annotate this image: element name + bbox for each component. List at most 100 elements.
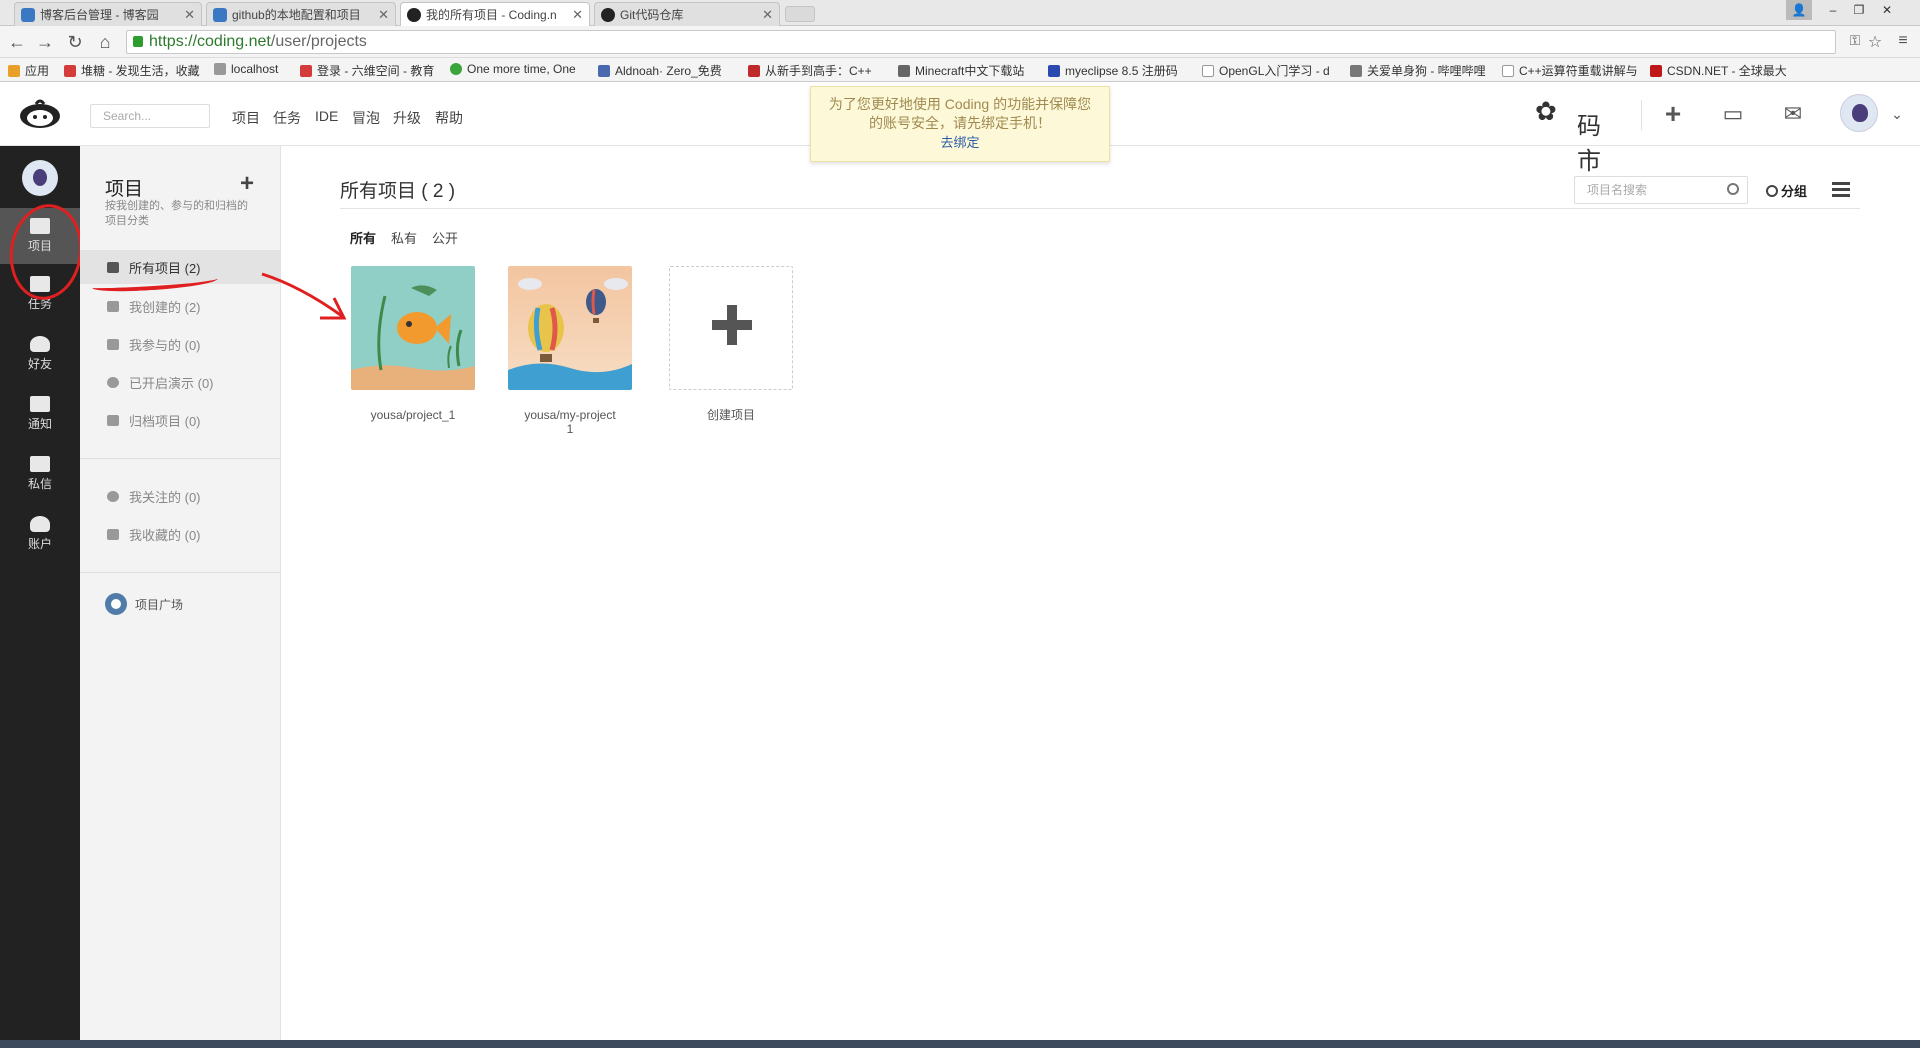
close-icon[interactable]: ✕: [378, 7, 389, 23]
coding-logo-icon[interactable]: [18, 98, 62, 130]
bookmarks-bar: 应用 堆糖 - 发现生活，收藏 localhost 登录 - 六维空间 - 教育…: [0, 58, 1920, 82]
bookmark[interactable]: 从新手到高手：C++: [748, 62, 872, 79]
rail-item-label: 账户: [27, 537, 52, 551]
rail-item-account[interactable]: 账户: [0, 506, 80, 562]
bookmark[interactable]: CSDN.NET - 全球最大: [1650, 62, 1787, 79]
project-name[interactable]: yousa/project_1: [351, 408, 475, 422]
blog-favicon-icon: [213, 7, 227, 22]
nav-bubble[interactable]: 冒泡: [352, 108, 380, 128]
archive-icon: [107, 414, 119, 426]
browser-tab[interactable]: Git代码仓库 ✕: [594, 2, 780, 26]
bookmark[interactable]: localhost: [214, 62, 278, 76]
close-window-button[interactable]: ✕: [1874, 0, 1900, 20]
title-divider: [340, 208, 1860, 209]
list-view-icon[interactable]: [1832, 182, 1850, 198]
sidebar-item-demo[interactable]: 已开启演示 (0): [80, 365, 280, 399]
folder-icon: [107, 261, 119, 273]
bookmark-favicon-icon: [748, 64, 760, 77]
close-icon[interactable]: ✕: [184, 7, 195, 23]
create-project-label[interactable]: 创建项目: [669, 408, 793, 422]
add-project-icon[interactable]: +: [240, 170, 254, 198]
back-arrow-icon[interactable]: ←: [6, 32, 28, 53]
inbox-icon[interactable]: ▭: [1718, 102, 1748, 126]
sidebar-item-joined[interactable]: 我参与的 (0): [80, 327, 280, 361]
bookmark[interactable]: OpenGL入门学习 - d: [1202, 62, 1330, 79]
bookmark-label: localhost: [231, 62, 279, 76]
bookmark-apps[interactable]: 应用: [8, 62, 49, 79]
close-icon[interactable]: ✕: [572, 7, 583, 23]
dashboard-icon: [30, 516, 50, 532]
nav-help[interactable]: 帮助: [435, 108, 463, 128]
plus-icon: [712, 320, 752, 330]
browser-tab[interactable]: github的本地配置和项目 ✕: [206, 2, 396, 26]
bookmark[interactable]: One more time, One: [450, 62, 576, 76]
rail-item-messages[interactable]: 私信: [0, 446, 80, 502]
project-card-thumbnail[interactable]: [508, 266, 632, 390]
menu-icon[interactable]: ≡: [1892, 32, 1914, 50]
red-arrow-annotation: [261, 272, 347, 320]
browser-tab-active[interactable]: 我的所有项目 - Coding.n ✕: [400, 2, 590, 26]
filter-private[interactable]: 私有: [391, 228, 417, 247]
filter-public[interactable]: 公开: [432, 228, 458, 247]
mail-icon[interactable]: ✉: [1778, 102, 1808, 126]
sidebar-item-label: 我参与的 (0): [129, 337, 201, 353]
user-avatar[interactable]: [1840, 94, 1878, 132]
nav-ide[interactable]: IDE: [315, 108, 338, 124]
nav-upgrade[interactable]: 升级: [393, 108, 421, 128]
bookmark[interactable]: 登录 - 六维空间 - 教育: [300, 62, 434, 79]
nav-tasks[interactable]: 任务: [273, 108, 301, 128]
bookmark[interactable]: Minecraft中文下载站: [898, 62, 1024, 79]
new-tab-button[interactable]: [785, 6, 815, 22]
sidebar-title: 项目: [105, 179, 144, 200]
plus-icon[interactable]: +: [1658, 100, 1688, 128]
bookmark-label: C++运算符重载讲解与: [1519, 64, 1638, 78]
bookmark-favicon-icon: [598, 64, 610, 77]
bookmark-favicon-icon: [300, 64, 312, 77]
rail-avatar[interactable]: [22, 160, 58, 196]
bookmark[interactable]: myeclipse 8.5 注册码: [1048, 62, 1178, 79]
sidebar-item-starred[interactable]: 我收藏的 (0): [80, 517, 280, 551]
chevron-down-icon[interactable]: ⌄: [1882, 102, 1912, 126]
restore-button[interactable]: ❐: [1846, 0, 1872, 20]
bookmark[interactable]: C++运算符重载讲解与: [1502, 62, 1638, 79]
eye-icon: [107, 490, 119, 502]
browser-tab[interactable]: 博客后台管理 - 博客园 ✕: [14, 2, 202, 26]
rail-item-friends[interactable]: 好友: [0, 326, 80, 382]
bookmark[interactable]: 堆糖 - 发现生活，收藏: [64, 62, 200, 79]
nav-projects[interactable]: 项目: [232, 108, 260, 128]
notice-text: 的账号安全，请先绑定手机！: [869, 115, 1051, 131]
group-toggle[interactable]: 分组: [1758, 180, 1824, 204]
sidebar-item-created[interactable]: 我创建的 (2): [80, 289, 280, 323]
close-icon[interactable]: ✕: [762, 7, 773, 23]
url-field[interactable]: https://coding.net/user/projects: [126, 30, 1836, 54]
minimize-button[interactable]: –: [1820, 0, 1846, 20]
bookmark[interactable]: 关爱单身狗 - 哔哩哔哩: [1350, 62, 1486, 79]
rail-item-notifications[interactable]: 通知: [0, 386, 80, 442]
rail-item-label: 私信: [27, 477, 52, 491]
sidebar-item-archived[interactable]: 归档项目 (0): [80, 403, 280, 437]
global-search-input[interactable]: Search...: [90, 104, 210, 128]
reload-icon[interactable]: ↻: [64, 32, 86, 53]
project-card-thumbnail[interactable]: [351, 266, 475, 390]
notice-text: 为了您更好地使用 Coding 的功能并保障您: [828, 96, 1092, 112]
filter-all[interactable]: 所有: [350, 228, 376, 247]
project-search-input[interactable]: 项目名搜索: [1574, 176, 1748, 204]
user-profile-icon[interactable]: 👤: [1786, 0, 1812, 20]
create-project-button[interactable]: [669, 266, 793, 390]
forward-arrow-icon[interactable]: →: [34, 32, 56, 53]
bookmark[interactable]: Aldnoah· Zero_免费: [598, 62, 722, 79]
page-title: 所有项目 ( 2 ): [340, 181, 456, 202]
sidebar-item-watching[interactable]: 我关注的 (0): [80, 479, 280, 513]
mart-brand-logo[interactable]: ✿ 码 市: [1535, 92, 1635, 175]
page-icon: [1202, 64, 1214, 77]
project-square-label: 项目广场: [135, 597, 184, 612]
tab-title: github的本地配置和项目: [232, 8, 361, 22]
star-icon[interactable]: ☆: [1864, 32, 1886, 52]
home-icon[interactable]: ⌂: [94, 32, 116, 53]
project-square-link[interactable]: 项目广场: [105, 593, 183, 615]
key-icon[interactable]: ⚿: [1844, 32, 1866, 49]
project-search-placeholder: 项目名搜索: [1587, 183, 1648, 197]
search-icon[interactable]: [1727, 183, 1739, 195]
project-name[interactable]: yousa/my-project 1: [508, 408, 632, 436]
bind-phone-link[interactable]: 去绑定: [940, 135, 979, 150]
